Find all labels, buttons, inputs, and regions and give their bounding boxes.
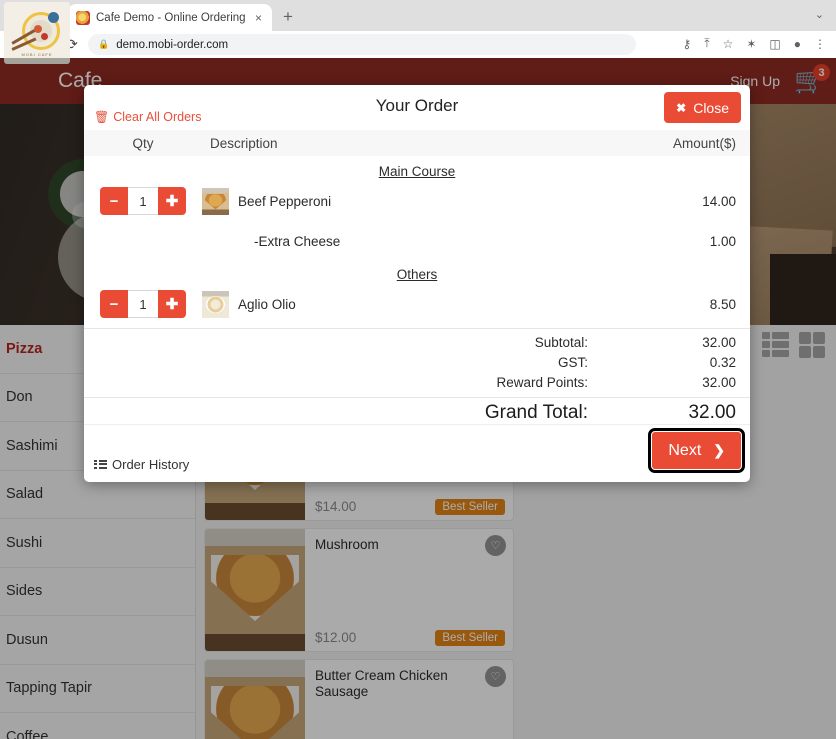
quantity-value[interactable]: 1 — [128, 187, 158, 215]
order-group-label: Others — [396, 267, 438, 282]
password-key-icon[interactable]: ⚷ — [682, 37, 691, 51]
grand-total-value: 32.00 — [688, 402, 736, 423]
total-value: 32.00 — [702, 375, 736, 390]
order-item-name: Beef Pepperoni — [238, 193, 332, 209]
profile-avatar-icon[interactable]: ● — [794, 37, 801, 51]
order-modal: 🗑 Clear All Orders Your Order ✖ Close Qt… — [84, 85, 750, 482]
order-item-name: Aglio Olio — [238, 296, 296, 312]
column-header-amount: Amount($) — [672, 135, 736, 151]
total-label: Subtotal: — [534, 335, 588, 350]
order-item-name: -Extra Cheese — [254, 233, 341, 249]
order-items-body: Main Course −1 ✚ Beef Pepperoni 14.00 -Extra … — [84, 156, 750, 328]
total-label: Reward Points: — [496, 375, 588, 390]
quantity-stepper: −1 ✚ — [100, 290, 186, 318]
decrease-quantity-button[interactable]: − — [100, 187, 128, 215]
decrease-quantity-button[interactable]: − — [100, 290, 128, 318]
browser-tab[interactable]: Cafe Demo - Online Ordering × — [68, 4, 272, 31]
url-text: demo.mobi-order.com — [116, 38, 229, 51]
view-toggle-group — [762, 331, 826, 358]
next-button[interactable]: Next ❯ — [648, 428, 745, 473]
close-button-label: Close — [693, 99, 729, 116]
next-button-label: Next — [668, 441, 702, 459]
browser-tab-strip: Cafe Demo - Online Ordering × + ⌄ — [0, 0, 836, 31]
grid-view-icon[interactable] — [799, 331, 826, 358]
extensions-puzzle-icon[interactable]: ✶ — [746, 37, 756, 51]
order-line-item: −1 ✚ Aglio Olio 8.50 — [84, 284, 750, 324]
total-row: Subtotal: 32.00 — [84, 333, 750, 353]
bookmark-star-icon[interactable]: ☆ — [723, 37, 734, 51]
close-icon: ✖ — [676, 100, 687, 115]
total-row: GST: 0.32 — [84, 353, 750, 373]
share-icon[interactable]: ⤒ — [704, 36, 709, 51]
order-totals: Subtotal: 32.00 GST: 0.32 Reward Points: 32.0… — [84, 328, 750, 424]
browser-toolbar: ← → ⟳ 🔒 demo.mobi-order.com ⚷ ⤒ ☆ ✶ ◫ ● … — [0, 31, 836, 58]
close-tab-icon[interactable]: × — [253, 11, 264, 25]
quantity-value[interactable]: 1 — [128, 290, 158, 318]
modal-title: Your Order — [375, 96, 459, 115]
order-item-thumbnail — [202, 187, 229, 215]
side-panel-icon[interactable]: ◫ — [769, 37, 780, 51]
site-logo[interactable]: MOBI CAFE — [4, 2, 70, 64]
lock-icon: 🔒 — [98, 39, 110, 49]
total-value: 0.32 — [709, 355, 736, 370]
order-group-label: Main Course — [378, 164, 456, 179]
browser-menu-icon[interactable]: ⋮ — [814, 37, 826, 51]
total-label: GST: — [557, 355, 588, 370]
order-line-description-cell: Beef Pepperoni — [202, 187, 600, 215]
toolbar-icons: ⚷ ⤒ ☆ ✶ ◫ ● ⋮ — [682, 36, 826, 51]
increase-quantity-button[interactable]: ✚ — [158, 290, 186, 318]
screen: Cafe Demo - Online Ordering × + ⌄ ← → ⟳ … — [0, 0, 836, 739]
list-view-icon[interactable] — [762, 331, 789, 358]
grand-total-label: Grand Total: — [484, 402, 588, 423]
column-header-qty: Qty — [132, 135, 154, 151]
modal-header: 🗑 Clear All Orders Your Order ✖ Close — [84, 85, 750, 130]
logo-caption: MOBI CAFE — [21, 52, 53, 57]
order-history-button[interactable]: Order History — [94, 457, 189, 472]
order-item-amount: 1.00 — [709, 233, 736, 249]
chevron-down-icon[interactable]: ⌄ — [815, 8, 824, 21]
order-item-amount: 8.50 — [709, 296, 736, 312]
total-row: Reward Points: 32.00 — [84, 373, 750, 393]
grand-total-row: Grand Total: 32.00 — [84, 397, 750, 424]
order-item-thumbnail — [202, 290, 229, 318]
order-history-label: Order History — [112, 457, 190, 472]
increase-quantity-button[interactable]: ✚ — [158, 187, 186, 215]
new-tab-button[interactable]: + — [283, 7, 293, 27]
order-line-qty-cell: −1 ✚ — [84, 187, 202, 215]
quantity-stepper: −1 ✚ — [100, 187, 186, 215]
close-modal-button[interactable]: ✖ Close — [664, 92, 741, 123]
chevron-right-icon: ❯ — [713, 442, 725, 458]
order-line-description-cell: Aglio Olio — [202, 290, 600, 318]
order-table-header: Qty Description Amount($) — [84, 130, 750, 156]
order-line-item: −1 ✚ Beef Pepperoni 14.00 — [84, 181, 750, 221]
list-icon — [94, 459, 107, 470]
tab-title: Cafe Demo - Online Ordering — [96, 11, 246, 24]
order-item-amount: 14.00 — [702, 193, 736, 209]
favicon-icon — [76, 10, 90, 25]
total-value: 32.00 — [702, 335, 736, 350]
modal-footer: Order History Next ❯ — [84, 424, 750, 482]
address-bar[interactable]: 🔒 demo.mobi-order.com — [88, 34, 636, 55]
order-line-item: -Extra Cheese 1.00 — [84, 221, 750, 261]
logo-art-icon: MOBI CAFE — [10, 8, 64, 58]
order-line-description-cell: -Extra Cheese — [202, 234, 600, 249]
column-header-description: Description — [210, 135, 278, 151]
order-line-qty-cell: −1 ✚ — [84, 290, 202, 318]
